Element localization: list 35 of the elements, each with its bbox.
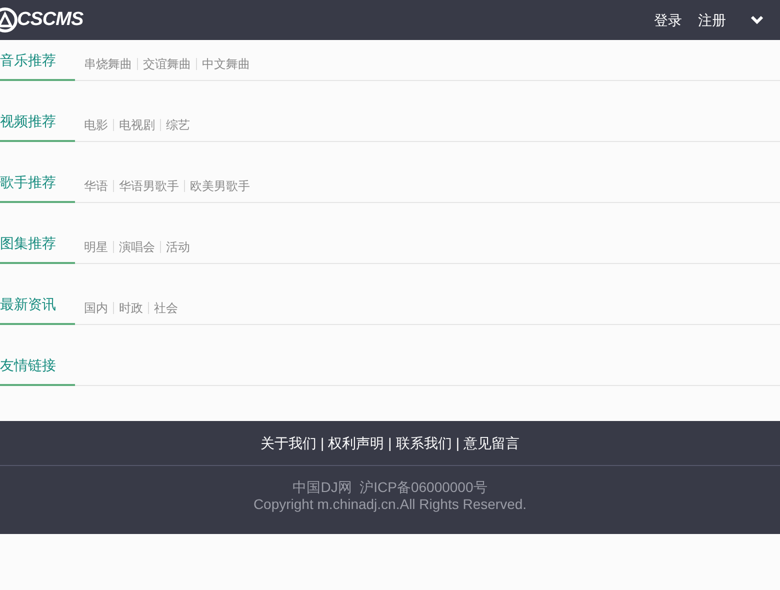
footer-link[interactable]: 关于我们 <box>260 432 317 454</box>
separator: | <box>456 434 460 453</box>
category-link[interactable]: 交谊舞曲 <box>137 58 196 70</box>
separator: | <box>320 434 324 453</box>
category-link[interactable]: 演唱会 <box>113 241 160 253</box>
category-link[interactable]: 串烧舞曲 <box>79 58 137 70</box>
category-link[interactable]: 综艺 <box>160 119 195 131</box>
logo[interactable]: CSCMS <box>17 6 84 34</box>
category-link[interactable]: 社会 <box>148 302 183 314</box>
section-title[interactable]: 音乐推荐 <box>0 50 75 81</box>
section-title[interactable]: 图集推荐 <box>0 233 75 264</box>
section-title[interactable]: 最新资讯 <box>0 294 75 325</box>
category-link[interactable]: 国内 <box>79 302 113 314</box>
category-link[interactable]: 电影 <box>79 119 113 131</box>
footer-link[interactable]: 联系我们 <box>396 432 452 454</box>
category-link[interactable]: 中文舞曲 <box>196 58 255 70</box>
category-link[interactable]: 电视剧 <box>113 119 160 131</box>
section-title[interactable]: 歌手推荐 <box>0 172 75 203</box>
category-link[interactable]: 华语男歌手 <box>113 180 184 192</box>
category-link[interactable]: 时政 <box>113 302 148 314</box>
category-link[interactable]: 活动 <box>160 241 195 253</box>
category-link[interactable]: 明星 <box>79 241 113 253</box>
category-link[interactable]: 欧美男歌手 <box>184 180 255 192</box>
header-link[interactable]: 注册 <box>698 10 726 30</box>
category-link[interactable]: 华语 <box>79 180 113 192</box>
footer-link[interactable]: 意见留言 <box>463 432 520 454</box>
chevron-down-icon[interactable] <box>750 15 764 25</box>
section-title[interactable]: 视频推荐 <box>0 111 75 142</box>
logo-icon <box>0 7 18 33</box>
section-title[interactable]: 友情链接 <box>0 355 75 386</box>
icp-text: 中国DJ网 沪ICP备06000000号 <box>292 479 488 496</box>
header-link[interactable]: 登录 <box>654 10 682 30</box>
copyright-text: Copyright m.chinadj.cn.All Rights Reserved. <box>252 496 528 513</box>
footer-link[interactable]: 权利声明 <box>328 432 384 454</box>
separator: | <box>388 434 392 453</box>
